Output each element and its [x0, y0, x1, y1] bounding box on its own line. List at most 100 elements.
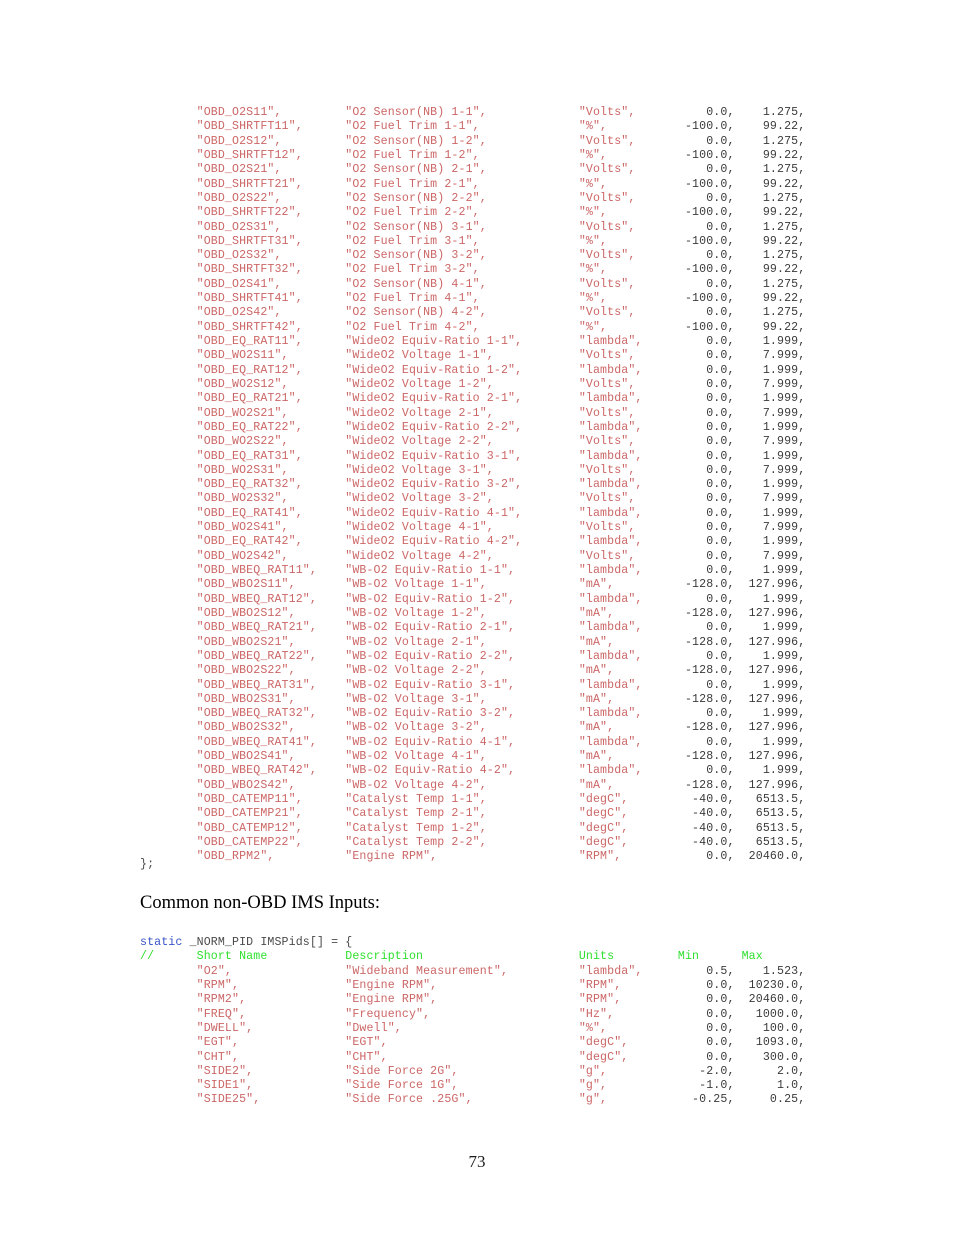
pid-description: "Engine RPM",	[345, 993, 579, 1007]
pid-max: 6513.5,	[741, 793, 806, 806]
pid-short-name: "OBD_EQ_RAT12",	[196, 363, 346, 377]
pid-max: 1.999,	[741, 735, 806, 749]
code-line: "OBD_SHRTFT11", "O2 Fuel Trim 1-1", "%",…	[140, 120, 806, 134]
pid-max: 1.999,	[741, 592, 806, 606]
pid-min: -100.0,	[677, 263, 742, 277]
pid-min: -128.0,	[677, 778, 742, 792]
pid-units: "mA",	[578, 778, 678, 792]
pid-min: -128.0,	[677, 606, 742, 620]
code-line: "OBD_WBO2S22", "WB-O2 Voltage 2-2", "mA"…	[140, 664, 806, 678]
pid-max: 99.22,	[741, 320, 806, 334]
pid-short-name: "OBD_WBO2S21",	[196, 635, 346, 649]
pid-description: "WideO2 Voltage 4-2",	[345, 549, 579, 563]
pid-max: 300.0,	[741, 1050, 806, 1064]
pid-min: -128.0,	[677, 578, 742, 592]
pid-short-name: "OBD_CATEMP22",	[196, 835, 346, 849]
pid-description: "WB-O2 Voltage 4-1",	[345, 750, 579, 764]
pid-max: 7.999,	[741, 377, 806, 391]
pid-units: "lambda",	[578, 449, 678, 463]
pid-units: "degC",	[578, 1050, 678, 1064]
pid-short-name: "OBD_WBO2S22",	[196, 664, 346, 678]
pid-min: -128.0,	[677, 750, 742, 764]
pid-short-name: "OBD_EQ_RAT41",	[196, 506, 346, 520]
pid-units: "Volts",	[578, 277, 678, 291]
pid-short-name: "SIDE25",	[196, 1093, 346, 1107]
pid-max: 1.275,	[741, 134, 806, 148]
code-listing-ims-pids: static _NORM_PID IMSPids[] = {// Short N…	[140, 936, 805, 1108]
pid-short-name: "OBD_RPM2",	[196, 850, 346, 864]
code-line: "OBD_EQ_RAT21", "WideO2 Equiv-Ratio 2-1"…	[140, 392, 806, 406]
pid-max: 1.275,	[741, 191, 806, 205]
pid-min: 0.0,	[677, 220, 742, 234]
pid-description: "O2 Sensor(NB) 2-1",	[345, 163, 579, 177]
pid-units: "g",	[578, 1093, 678, 1107]
pid-description: "WideO2 Voltage 1-1",	[345, 349, 579, 363]
code-line: "OBD_EQ_RAT42", "WideO2 Equiv-Ratio 4-2"…	[140, 535, 806, 549]
code-line: "OBD_CATEMP11", "Catalyst Temp 1-1", "de…	[140, 793, 806, 807]
pid-units: "Volts",	[578, 435, 678, 449]
pid-max: 1.999,	[741, 535, 806, 549]
pid-description: "WideO2 Equiv-Ratio 2-1",	[345, 392, 579, 406]
pid-description: "O2 Sensor(NB) 1-1",	[345, 106, 579, 119]
keyword-static: static	[140, 936, 183, 949]
pid-min: 0.0,	[677, 1050, 742, 1064]
pid-min: -1.0,	[677, 1079, 742, 1093]
pid-max: 100.0,	[741, 1021, 806, 1035]
pid-short-name: "OBD_O2S12",	[196, 134, 346, 148]
pid-units: "RPM",	[578, 978, 678, 992]
pid-description: "WB-O2 Voltage 2-2",	[345, 664, 579, 678]
column-header-max: Max	[741, 950, 763, 964]
pid-description: "WideO2 Equiv-Ratio 4-1",	[345, 506, 579, 520]
pid-units: "degC",	[578, 793, 678, 806]
pid-short-name: "OBD_SHRTFT11",	[196, 120, 346, 134]
pid-min: -40.0,	[677, 835, 742, 849]
pid-max: 7.999,	[741, 463, 806, 477]
pid-short-name: "OBD_WBEQ_RAT42",	[196, 764, 346, 778]
pid-short-name: "FREQ",	[196, 1007, 346, 1021]
pid-description: "WB-O2 Equiv-Ratio 4-1",	[345, 735, 579, 749]
pid-description: "Engine RPM",	[345, 978, 579, 992]
pid-short-name: "OBD_SHRTFT31",	[196, 234, 346, 248]
pid-description: "WB-O2 Equiv-Ratio 1-1",	[345, 564, 579, 577]
pid-description: "WideO2 Voltage 4-1",	[345, 521, 579, 535]
code-line: "OBD_WO2S11", "WideO2 Voltage 1-1", "Vol…	[140, 349, 806, 363]
pid-units: "lambda",	[578, 392, 678, 406]
pid-min: -40.0,	[677, 807, 742, 821]
pid-short-name: "RPM2",	[196, 993, 346, 1007]
pid-description: "O2 Fuel Trim 1-2",	[345, 148, 579, 162]
pid-units: "lambda",	[578, 535, 678, 549]
pid-description: "WB-O2 Equiv-Ratio 2-1",	[345, 621, 579, 635]
pid-min: -128.0,	[677, 692, 742, 706]
code-listing-obd-close-brace: };	[140, 858, 154, 872]
pid-description: "WideO2 Equiv-Ratio 1-1",	[345, 335, 579, 348]
pid-short-name: "OBD_CATEMP11",	[196, 793, 346, 806]
pid-units: "%",	[578, 320, 678, 334]
pid-short-name: "OBD_WBO2S32",	[196, 721, 346, 735]
pid-units: "lambda",	[578, 363, 678, 377]
pid-max: 1.275,	[741, 277, 806, 291]
pid-min: 0.0,	[677, 191, 742, 205]
pid-short-name: "OBD_EQ_RAT11",	[196, 335, 346, 348]
pid-max: 20460.0,	[741, 850, 806, 864]
pid-min: 0.0,	[677, 463, 742, 477]
